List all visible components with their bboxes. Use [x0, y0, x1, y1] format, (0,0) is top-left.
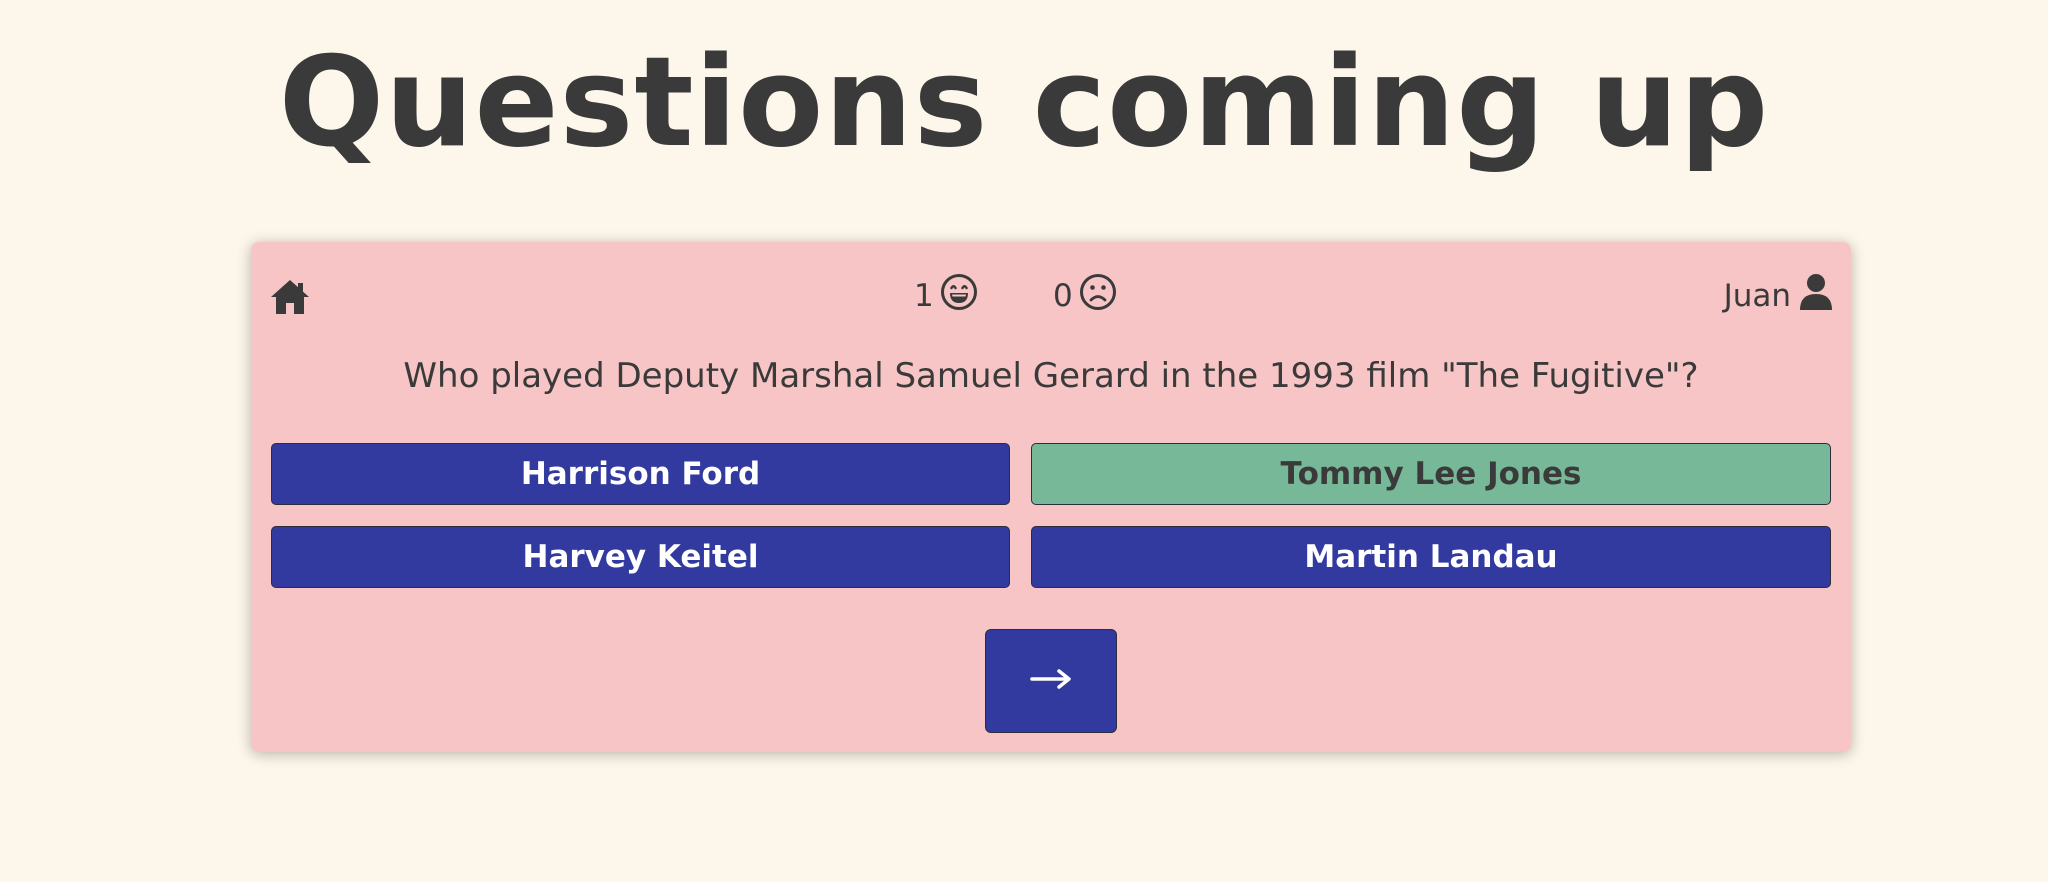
correct-score: 1 — [914, 273, 978, 319]
answer-button-3[interactable]: Harvey Keitel — [271, 526, 1010, 588]
answer-button-4[interactable]: Martin Landau — [1031, 526, 1831, 588]
home-icon[interactable] — [269, 277, 311, 317]
page-title: Questions coming up — [278, 31, 1770, 175]
quiz-card: 1 0 Juan Who played Deputy Marshal Samue… — [251, 242, 1851, 752]
grinning-face-icon — [940, 273, 978, 319]
wrong-score: 0 — [1053, 273, 1117, 319]
answer-button-2[interactable]: Tommy Lee Jones — [1031, 443, 1831, 505]
wrong-count: 0 — [1053, 278, 1073, 314]
correct-count: 1 — [914, 278, 934, 314]
next-button[interactable] — [985, 629, 1117, 733]
arrow-right-icon — [1030, 667, 1072, 695]
username: Juan — [1723, 278, 1791, 314]
question-text: Who played Deputy Marshal Samuel Gerard … — [403, 356, 1699, 396]
user-icon — [1799, 273, 1833, 319]
frowning-face-icon — [1079, 273, 1117, 319]
answer-button-1[interactable]: Harrison Ford — [271, 443, 1010, 505]
user-info[interactable]: Juan — [1723, 273, 1833, 319]
